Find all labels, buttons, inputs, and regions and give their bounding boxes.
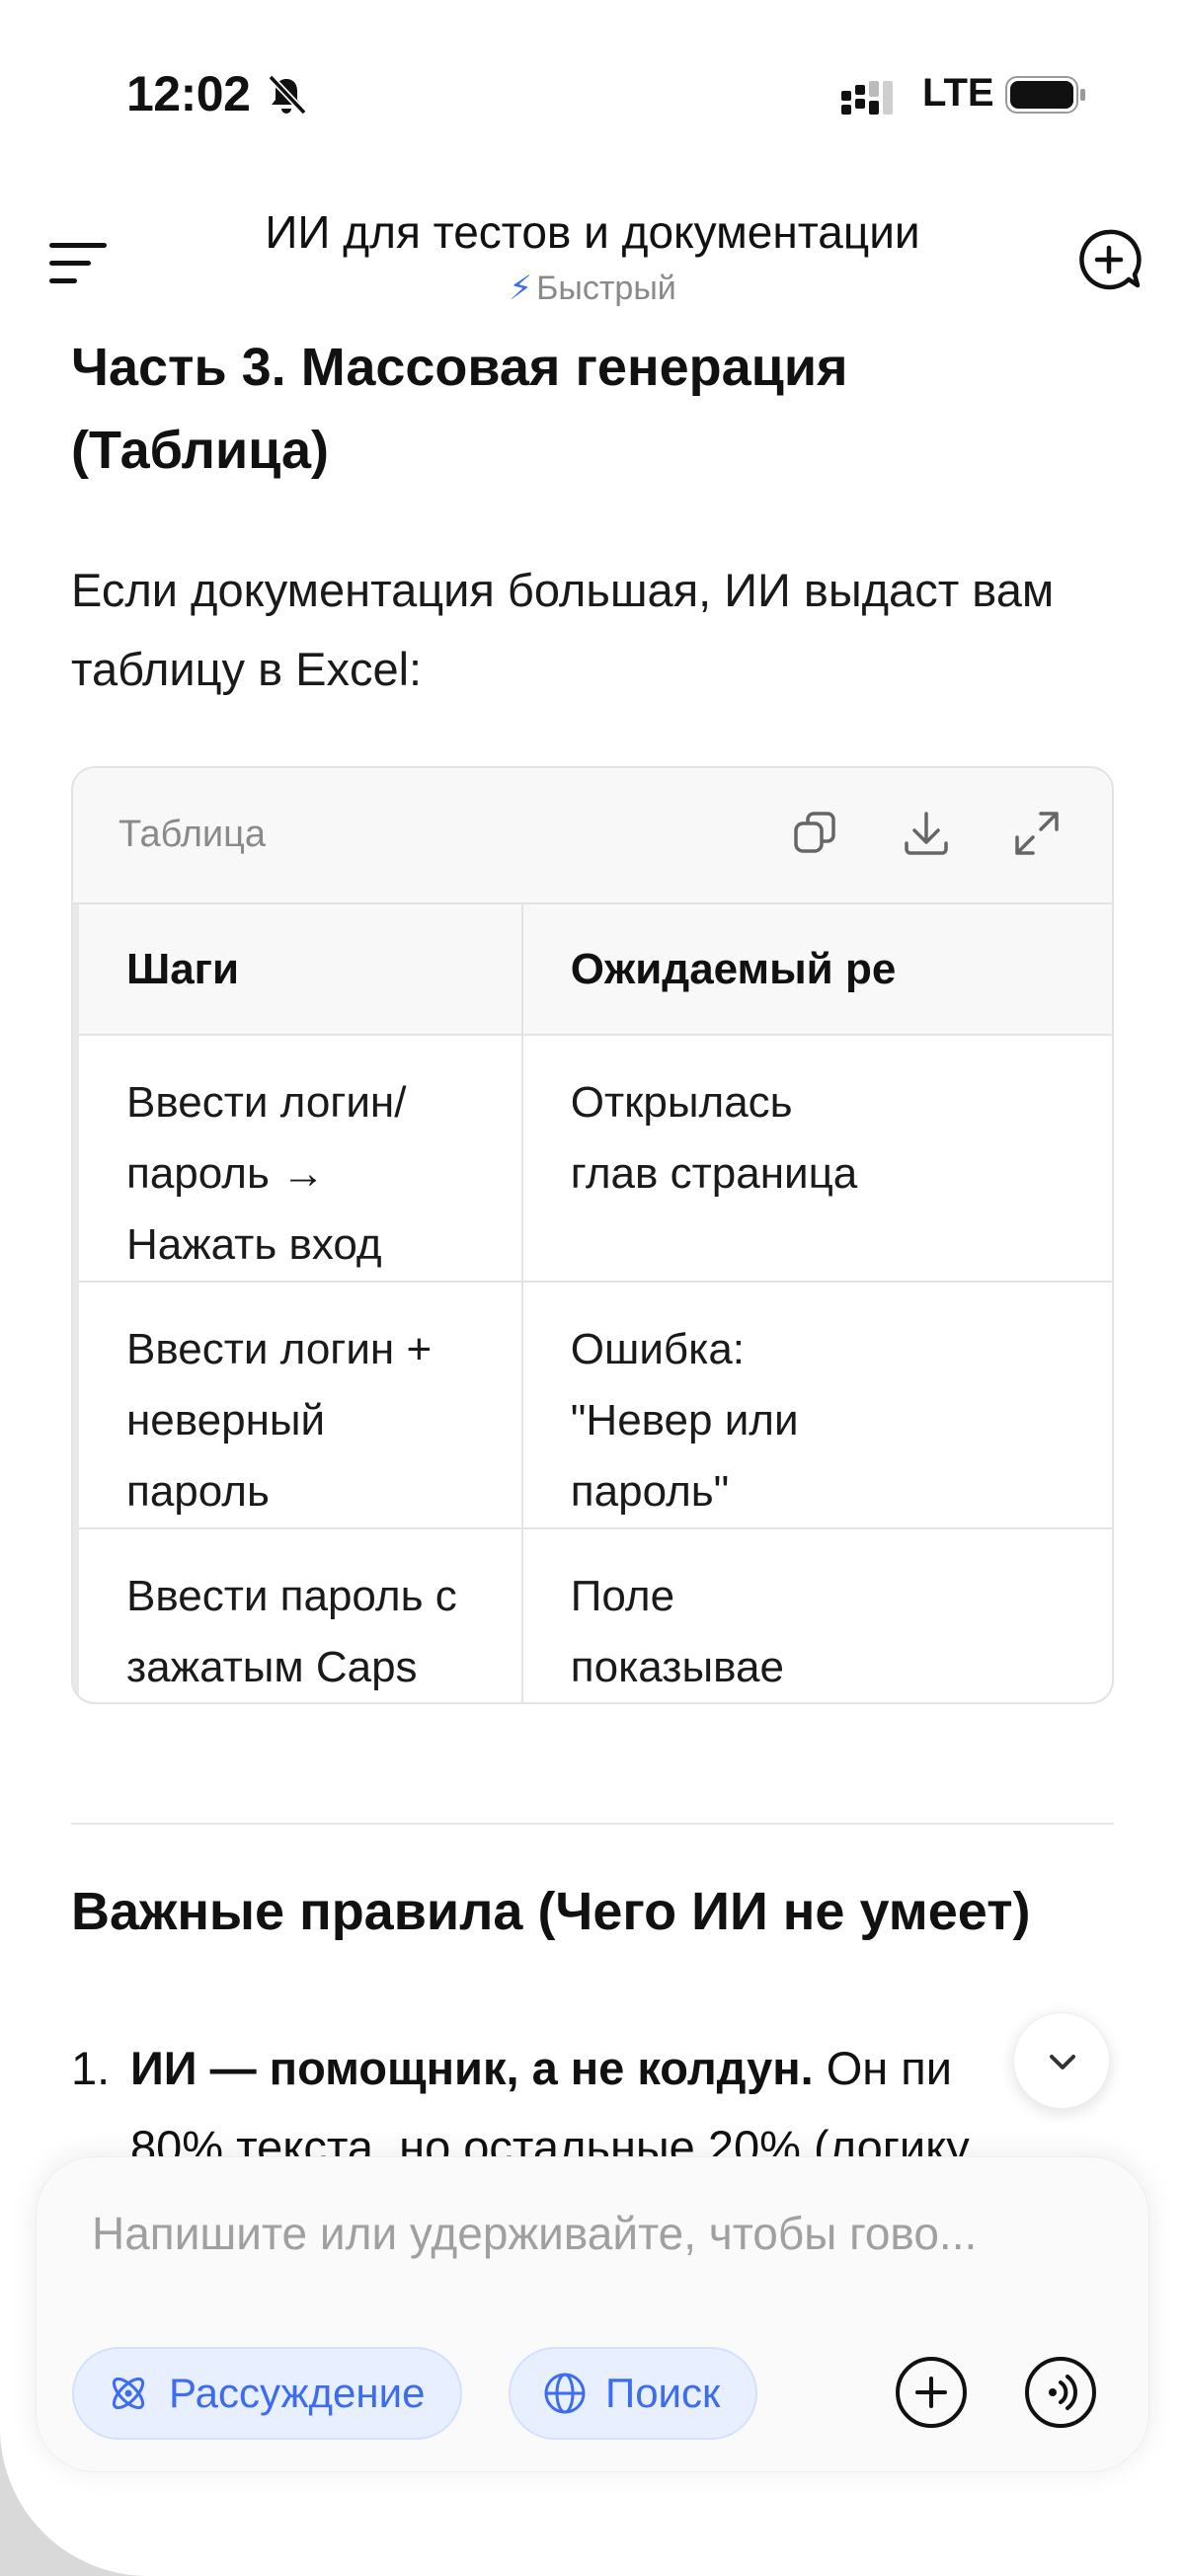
table-row: Ввести логин/пароль → Нажать вход Открыл… [79,1035,1112,1283]
new-chat-button[interactable] [1076,227,1142,292]
menu-icon [49,243,107,248]
atom-icon [112,2377,145,2410]
network-type: LTE [922,71,994,115]
chevron-down-icon [1050,2055,1075,2069]
column-header: Шаги [79,904,523,1036]
rules-heading: Важные правила (Чего ИИ не умеет) [71,1882,1031,1941]
table-cell: Поле показывае предупреждени Lock [521,1528,1112,1702]
globe-icon [544,2373,586,2414]
table-row: Ввести пароль с зажатым Caps Lock Поле п… [79,1528,1112,1702]
battery-icon [1005,76,1085,114]
test-cases-table: Шаги Ожидаемый ре Ввести логин/пароль → … [79,904,1112,1702]
list-item-bold: ИИ — помощник, а не колдун. [130,2042,814,2094]
bell-off-icon [268,74,307,116]
message-composer: Напишите или удерживайте, чтобы гово... … [36,2156,1149,2472]
reasoning-label: Рассуждение [169,2370,426,2416]
message-content: Часть 3. Массовая генерация (Таблица) Ес… [71,326,1114,709]
table-cell: Ввести логин/пароль → Нажать вход [79,1035,523,1283]
bolt-icon: ⚡ [509,270,533,307]
list-item-text: Он пи [813,2042,953,2094]
copy-icon[interactable] [790,808,841,859]
table-cell: Открылась глав страница [521,1035,1112,1283]
reasoning-toggle[interactable]: Рассуждение [72,2347,463,2440]
add-attachment-button[interactable] [894,2355,969,2430]
column-header: Ожидаемый ре [521,904,1112,1036]
scroll-to-bottom-button[interactable] [1013,2012,1110,2109]
table-scroll-area[interactable]: Шаги Ожидаемый ре Ввести логин/пароль → … [73,904,1112,1702]
search-toggle[interactable]: Поиск [509,2347,758,2440]
chat-title[interactable]: ИИ для тестов и документации [198,205,988,259]
intro-paragraph: Если документация большая, ИИ выдаст вам… [71,564,1055,695]
divider [71,1823,1114,1825]
table-label: Таблица [118,814,266,855]
list-number: 1. [71,2042,111,2094]
signal-icon [841,81,893,115]
model-mode-label: Быстрый [536,270,676,307]
table-cell: Ошибка: "Невер или пароль" [521,1282,1112,1529]
menu-button[interactable] [49,239,107,284]
table-cell: Ввести пароль с зажатым Caps Lock [79,1528,523,1702]
download-icon[interactable] [901,808,952,859]
table-cell: Ввести логин + неверный пароль [79,1282,523,1529]
voice-mode-button[interactable] [1023,2355,1098,2430]
status-bar: 12:02 LTE [0,59,1185,128]
expand-icon[interactable] [1011,808,1063,859]
section-heading: Часть 3. Массовая генерация (Таблица) [71,338,848,480]
table-row: Ввести логин + неверный пароль Ошибка: "… [79,1282,1112,1529]
table-card: Таблица Шаги Ожидаемый ре Ввести логин/п… [71,766,1114,1704]
screen: 12:02 LTE ИИ для тестов и документации ⚡… [0,0,1185,2576]
clock: 12:02 [126,66,251,121]
table-toolbar: Таблица [73,768,1112,904]
model-mode[interactable]: ⚡ Быстрый [395,269,790,308]
search-label: Поиск [605,2370,721,2416]
chat-header: ИИ для тестов и документации ⚡ Быстрый [0,197,1185,316]
message-input[interactable]: Напишите или удерживайте, чтобы гово... [92,2207,1099,2260]
